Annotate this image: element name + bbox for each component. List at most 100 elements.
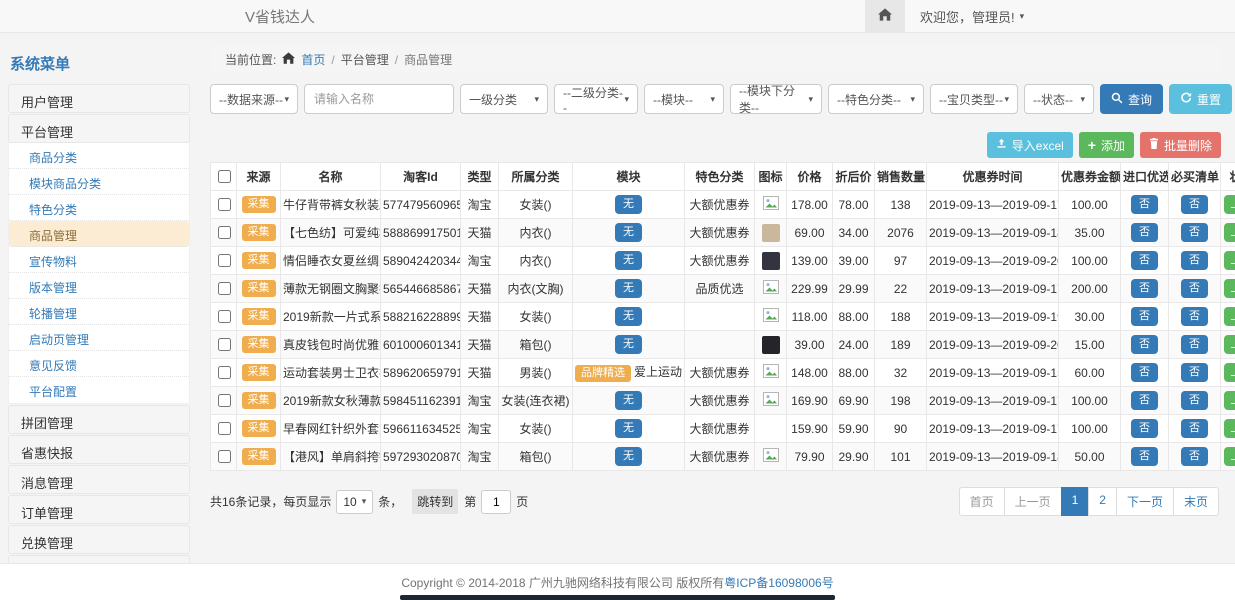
- sidebar-group-header[interactable]: 拼团管理: [8, 405, 190, 434]
- module-badge[interactable]: 无: [615, 419, 642, 438]
- pager-button[interactable]: 1: [1061, 487, 1090, 516]
- must-buy-toggle[interactable]: 否: [1181, 391, 1208, 410]
- must-buy-toggle[interactable]: 否: [1181, 335, 1208, 354]
- sidebar-group-header[interactable]: 平台管理: [8, 114, 190, 143]
- pager-button[interactable]: 2: [1088, 487, 1117, 516]
- chevron-down-icon: ▾: [284, 94, 289, 105]
- must-buy-toggle[interactable]: 否: [1181, 195, 1208, 214]
- sidebar-subitem[interactable]: 商品分类: [9, 143, 189, 169]
- import-pick-toggle[interactable]: 否: [1131, 447, 1158, 466]
- import-pick-toggle[interactable]: 否: [1131, 419, 1158, 438]
- source-cell: 采集: [237, 443, 281, 471]
- row-checkbox[interactable]: [218, 450, 231, 463]
- sidebar-subitem[interactable]: 轮播管理: [9, 299, 189, 325]
- filter-select[interactable]: --模块下分类--▾: [730, 84, 822, 114]
- bulk-delete-button[interactable]: 批量删除: [1140, 132, 1221, 158]
- status-badge[interactable]: 上架: [1224, 447, 1235, 466]
- must-buy-cell: 否: [1169, 191, 1221, 219]
- user-menu[interactable]: 欢迎您，管理员! ▾: [920, 0, 1024, 32]
- import-pick-toggle[interactable]: 否: [1131, 195, 1158, 214]
- import-pick-toggle[interactable]: 否: [1131, 335, 1158, 354]
- sidebar-group-header[interactable]: 兑换管理: [8, 525, 190, 554]
- import-pick-toggle[interactable]: 否: [1131, 307, 1158, 326]
- must-buy-toggle[interactable]: 否: [1181, 419, 1208, 438]
- module-badge[interactable]: 无: [615, 391, 642, 410]
- status-badge[interactable]: 上架: [1224, 279, 1235, 298]
- home-button[interactable]: [865, 0, 905, 32]
- reset-button[interactable]: 重置: [1169, 84, 1232, 114]
- must-buy-toggle[interactable]: 否: [1181, 251, 1208, 270]
- pager-button[interactable]: 下一页: [1116, 487, 1174, 516]
- add-button[interactable]: + 添加: [1079, 132, 1134, 158]
- must-buy-toggle[interactable]: 否: [1181, 363, 1208, 382]
- must-buy-toggle[interactable]: 否: [1181, 223, 1208, 242]
- row-checkbox[interactable]: [218, 422, 231, 435]
- status-badge[interactable]: 上架: [1224, 251, 1235, 270]
- sidebar-subitem[interactable]: 平台配置: [9, 377, 189, 403]
- filter-select[interactable]: --特色分类--▾: [828, 84, 924, 114]
- import-excel-button[interactable]: 导入excel: [987, 132, 1073, 158]
- module-badge[interactable]: 无: [615, 195, 642, 214]
- status-badge[interactable]: 上架: [1224, 335, 1235, 354]
- must-buy-toggle[interactable]: 否: [1181, 447, 1208, 466]
- filter-select[interactable]: --模块--▾: [644, 84, 724, 114]
- status-badge[interactable]: 上架: [1224, 363, 1235, 382]
- row-checkbox[interactable]: [218, 254, 231, 267]
- sidebar-subitem[interactable]: 特色分类: [9, 195, 189, 221]
- status-badge[interactable]: 上架: [1224, 391, 1235, 410]
- sidebar-subitem[interactable]: 版本管理: [9, 273, 189, 299]
- module-badge[interactable]: 品牌精选: [575, 365, 631, 382]
- filter-select[interactable]: --状态--▾: [1024, 84, 1094, 114]
- sidebar-group-header[interactable]: 省惠快报: [8, 435, 190, 464]
- select-all-checkbox[interactable]: [218, 170, 231, 183]
- import-pick-toggle[interactable]: 否: [1131, 251, 1158, 270]
- bottom-scrollbar[interactable]: [400, 595, 835, 600]
- row-checkbox[interactable]: [218, 338, 231, 351]
- module-badge[interactable]: 无: [615, 335, 642, 354]
- filter-select[interactable]: --宝贝类型--▾: [930, 84, 1018, 114]
- sidebar-group-header[interactable]: 用户管理: [8, 84, 190, 113]
- import-pick-toggle[interactable]: 否: [1131, 391, 1158, 410]
- import-pick-toggle[interactable]: 否: [1131, 279, 1158, 298]
- filter-select-value: --状态--: [1033, 91, 1073, 108]
- module-badge[interactable]: 无: [615, 223, 642, 242]
- sidebar-subitem[interactable]: 意见反馈: [9, 351, 189, 377]
- breadcrumb-home-link[interactable]: 首页: [301, 51, 325, 68]
- module-badge[interactable]: 无: [615, 447, 642, 466]
- status-badge[interactable]: 上架: [1224, 419, 1235, 438]
- row-checkbox[interactable]: [218, 198, 231, 211]
- sidebar-group-header[interactable]: 订单管理: [8, 495, 190, 524]
- module-badge[interactable]: 无: [615, 251, 642, 270]
- filter-select[interactable]: --数据来源--▾: [210, 84, 298, 114]
- row-checkbox[interactable]: [218, 366, 231, 379]
- row-checkbox[interactable]: [218, 226, 231, 239]
- filter-select[interactable]: 一级分类▾: [460, 84, 548, 114]
- must-buy-toggle[interactable]: 否: [1181, 279, 1208, 298]
- row-checkbox[interactable]: [218, 394, 231, 407]
- sidebar-group-header[interactable]: 消息管理: [8, 465, 190, 494]
- jump-page-prefix: 第: [464, 493, 476, 510]
- name-filter-input[interactable]: [304, 84, 454, 114]
- status-badge[interactable]: 上架: [1224, 307, 1235, 326]
- import-pick-toggle[interactable]: 否: [1131, 223, 1158, 242]
- sidebar-subitem[interactable]: 启动页管理: [9, 325, 189, 351]
- status-badge[interactable]: 上架: [1224, 195, 1235, 214]
- must-buy-cell: 否: [1169, 387, 1221, 415]
- sidebar-subitem[interactable]: 商品管理: [9, 221, 189, 247]
- per-page-select[interactable]: 10 ▾: [336, 490, 373, 514]
- module-cell: 无: [573, 387, 685, 415]
- module-badge[interactable]: 无: [615, 307, 642, 326]
- must-buy-toggle[interactable]: 否: [1181, 307, 1208, 326]
- row-checkbox[interactable]: [218, 282, 231, 295]
- jump-page-input[interactable]: [481, 490, 511, 514]
- module-badge[interactable]: 无: [615, 279, 642, 298]
- sidebar-subitem[interactable]: 模块商品分类: [9, 169, 189, 195]
- sidebar-subitem[interactable]: 宣传物料: [9, 247, 189, 273]
- import-pick-toggle[interactable]: 否: [1131, 363, 1158, 382]
- pager-button[interactable]: 末页: [1173, 487, 1219, 516]
- icp-link[interactable]: 粤ICP备16098006号: [724, 574, 833, 591]
- row-checkbox[interactable]: [218, 310, 231, 323]
- search-button[interactable]: 查询: [1100, 84, 1163, 114]
- filter-select[interactable]: --二级分类--▾: [554, 84, 638, 114]
- status-badge[interactable]: 上架: [1224, 223, 1235, 242]
